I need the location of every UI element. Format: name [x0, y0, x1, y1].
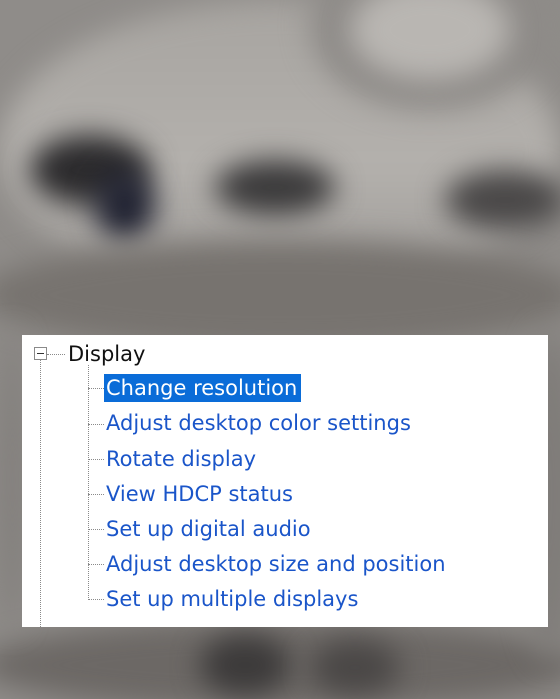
tree-item-set-up-digital-audio[interactable]: Set up digital audio	[106, 515, 311, 543]
collapse-minus-icon[interactable]	[34, 347, 47, 360]
tree-guide-branch	[88, 494, 104, 495]
tree-guide-branch	[47, 354, 65, 355]
tree-guide-line	[40, 360, 41, 627]
tree-guide-branch	[88, 424, 104, 425]
tree-item-rotate-display[interactable]: Rotate display	[106, 445, 256, 473]
tree-item-adjust-desktop-size-and-position[interactable]: Adjust desktop size and position	[106, 550, 446, 578]
tree-item-view-hdcp-status[interactable]: View HDCP status	[106, 480, 293, 508]
tree-guide-branch	[88, 564, 104, 565]
tree-item-adjust-desktop-color-settings[interactable]: Adjust desktop color settings	[106, 409, 411, 437]
tree-node-display[interactable]: Display	[68, 340, 145, 368]
tree-guide-branch	[88, 388, 104, 389]
display-settings-tree: Display Change resolution Adjust desktop…	[22, 335, 548, 627]
tree-guide-branch	[88, 459, 104, 460]
tree-guide-branch	[88, 599, 104, 600]
tree-guide-branch	[88, 529, 104, 530]
tree-item-set-up-multiple-displays[interactable]: Set up multiple displays	[106, 585, 358, 613]
tree-item-change-resolution[interactable]: Change resolution	[104, 374, 302, 402]
